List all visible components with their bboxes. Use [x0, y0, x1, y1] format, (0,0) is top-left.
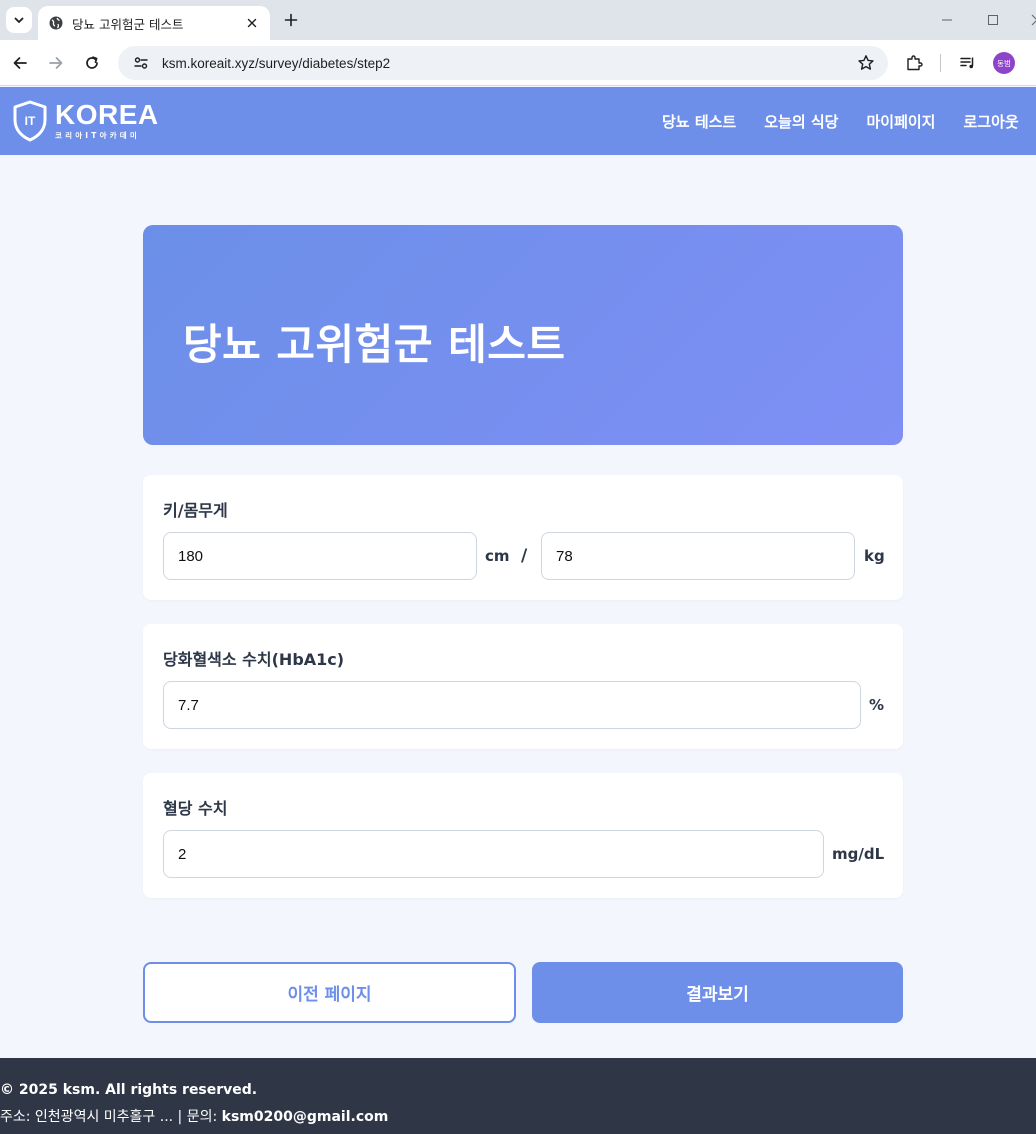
site-footer: © 2025 ksm. All rights reserved. 주소: 인천광…	[0, 1058, 1036, 1134]
site-logo[interactable]: IT KOREA 코리아IT아카데미	[12, 99, 159, 143]
hba1c-unit: %	[869, 696, 885, 714]
minimize-icon	[942, 19, 952, 21]
glucose-card: 혈당 수치 mg/dL	[143, 773, 903, 898]
browser-tab-bar: 당뇨 고위험군 테스트	[0, 0, 1036, 40]
browser-tab[interactable]: 당뇨 고위험군 테스트	[38, 6, 270, 40]
nav-today-restaurant[interactable]: 오늘의 식당	[764, 111, 838, 132]
height-weight-separator: /	[521, 546, 528, 566]
previous-page-button[interactable]: 이전 페이지	[143, 962, 516, 1023]
plus-icon	[284, 13, 298, 27]
footer-email[interactable]: ksm0200@gmail.com	[222, 1109, 389, 1125]
reload-icon	[86, 56, 98, 69]
glucose-label: 혈당 수치	[163, 799, 228, 818]
logo-subtitle: 코리아IT아카데미	[55, 131, 141, 140]
bookmark-star-icon[interactable]	[856, 53, 876, 73]
footer-copyright: © 2025 ksm. All rights reserved.	[0, 1082, 258, 1098]
weight-unit: kg	[864, 547, 885, 565]
media-controls-button[interactable]	[957, 52, 979, 74]
site-settings-icon[interactable]	[130, 52, 152, 74]
tab-title: 당뇨 고위험군 테스트	[72, 16, 184, 32]
browser-toolbar: ksm.koreait.xyz/survey/diabetes/step2 동범	[0, 40, 1036, 86]
minimize-button[interactable]	[936, 10, 958, 30]
height-unit: cm	[485, 547, 510, 565]
height-weight-label: 키/몸무게	[163, 501, 228, 520]
hba1c-input[interactable]	[163, 681, 861, 729]
nav-diabetes-test[interactable]: 당뇨 테스트	[662, 111, 736, 132]
address-bar[interactable]: ksm.koreait.xyz/survey/diabetes/step2	[118, 46, 888, 80]
hero-banner: 당뇨 고위험군 테스트	[143, 225, 903, 445]
hba1c-card: 당화혈색소 수치(HbA1c) %	[143, 624, 903, 749]
glucose-unit: mg/dL	[832, 845, 885, 863]
puzzle-icon	[907, 55, 923, 71]
maximize-icon	[988, 15, 998, 25]
extensions-button[interactable]	[903, 52, 925, 74]
toolbar-divider	[940, 54, 941, 72]
arrow-right-icon	[49, 57, 63, 69]
logo-title: KOREA	[55, 99, 159, 130]
tab-search-button[interactable]	[6, 7, 32, 33]
maximize-button[interactable]	[982, 10, 1004, 30]
arrow-left-icon	[13, 57, 27, 69]
playlist-icon	[960, 57, 974, 69]
height-weight-card: 키/몸무게 cm / kg	[143, 475, 903, 600]
main-nav: 당뇨 테스트 오늘의 식당 마이페이지 로그아웃	[662, 111, 1036, 132]
close-icon[interactable]	[244, 15, 260, 31]
globe-icon	[48, 15, 64, 31]
nav-mypage[interactable]: 마이페이지	[866, 111, 935, 132]
view-result-button[interactable]: 결과보기	[532, 962, 903, 1023]
weight-input[interactable]	[541, 532, 855, 580]
chevron-down-icon	[14, 17, 24, 23]
reload-button[interactable]	[81, 52, 103, 74]
nav-logout[interactable]: 로그아웃	[963, 111, 1018, 132]
shield-logo-icon: IT	[13, 100, 47, 142]
site-header: IT KOREA 코리아IT아카데미 당뇨 테스트 오늘의 식당 마이페이지 로…	[0, 87, 1036, 155]
logo-mark-text: IT	[25, 114, 36, 128]
forward-button[interactable]	[45, 52, 67, 74]
footer-address: 주소: 인천광역시 미추홀구 ... | 문의:	[0, 1109, 222, 1125]
back-button[interactable]	[9, 52, 31, 74]
glucose-input[interactable]	[163, 830, 824, 878]
new-tab-button[interactable]	[280, 9, 302, 31]
close-icon	[1031, 14, 1036, 26]
hba1c-label: 당화혈색소 수치(HbA1c)	[163, 650, 345, 669]
window-close-button[interactable]	[1026, 10, 1036, 30]
page-title: 당뇨 고위험군 테스트	[183, 320, 566, 369]
height-input[interactable]	[163, 532, 477, 580]
profile-avatar[interactable]: 동범	[993, 52, 1015, 74]
footer-contact: 주소: 인천광역시 미추홀구 ... | 문의: ksm0200@gmail.c…	[0, 1106, 388, 1126]
url-text[interactable]: ksm.koreait.xyz/survey/diabetes/step2	[162, 56, 856, 71]
